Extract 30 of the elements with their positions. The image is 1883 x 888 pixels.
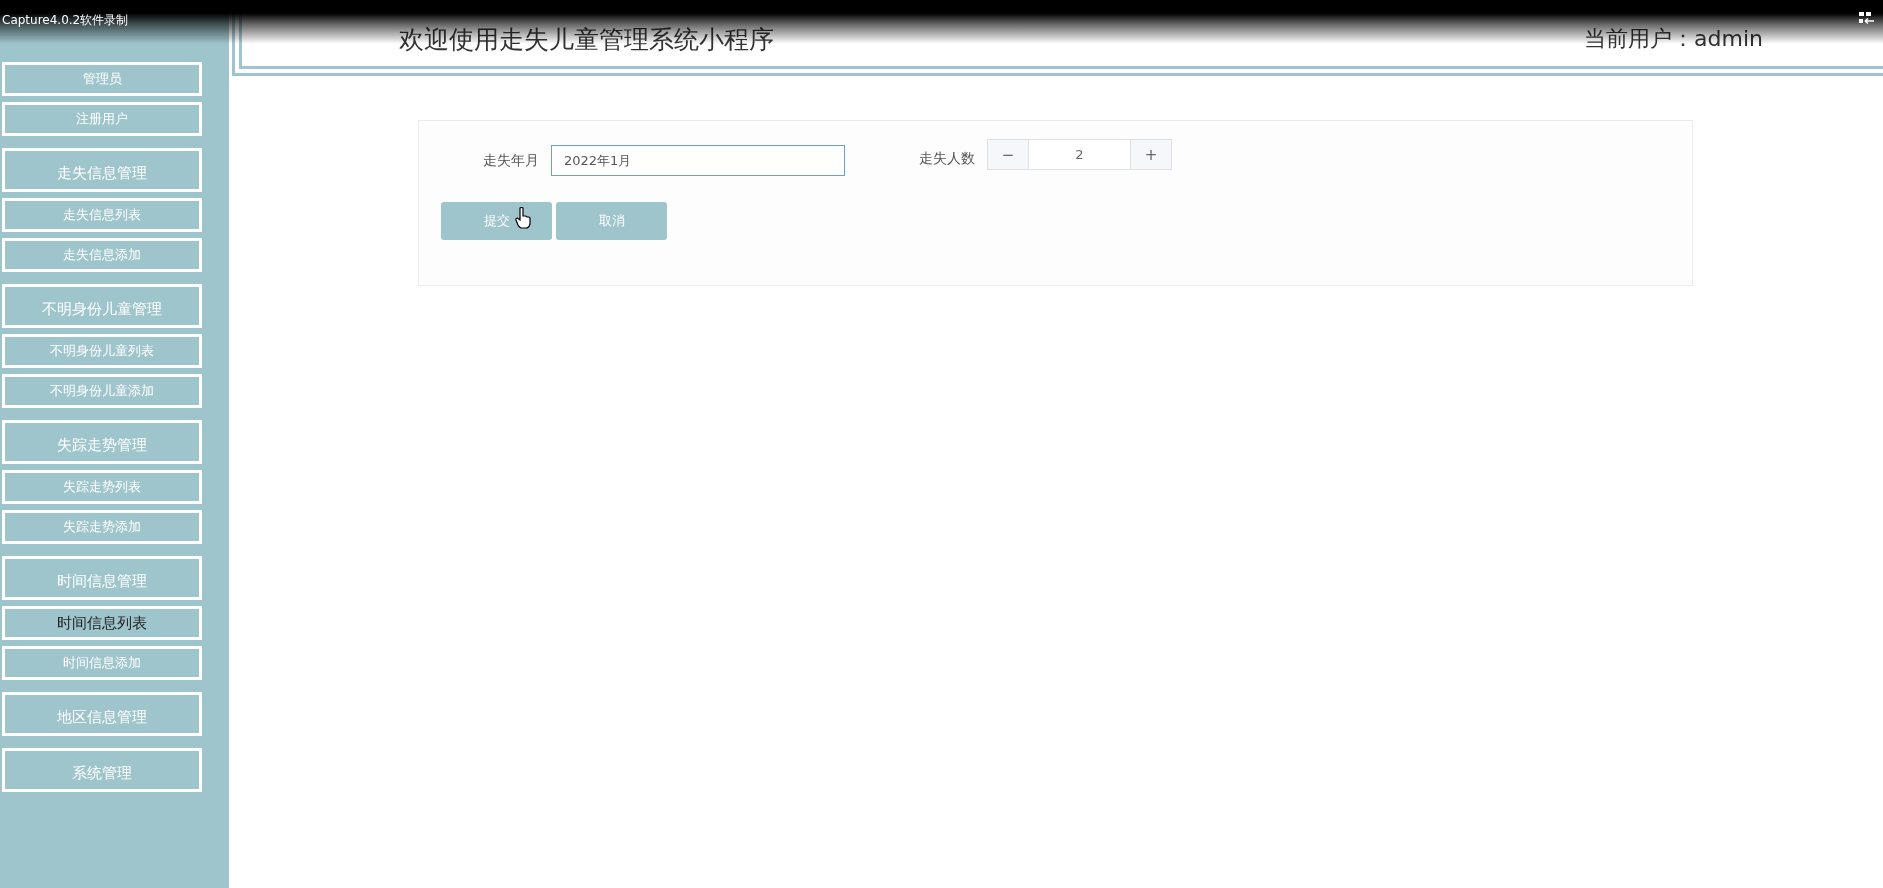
menu-item[interactable]: 失踪走势列表	[2, 470, 202, 504]
decrement-button[interactable]: −	[988, 140, 1028, 169]
menu-heading[interactable]: 地区信息管理	[2, 692, 202, 736]
menu-heading[interactable]: 时间信息管理	[2, 556, 202, 600]
menu-heading[interactable]: 系统管理	[2, 748, 202, 792]
collapse-icon[interactable]	[1859, 12, 1875, 24]
date-input-field[interactable]: 2022年1月	[551, 145, 845, 176]
field-label: 走失年月	[482, 151, 540, 170]
menu-item[interactable]: 走失信息添加	[2, 238, 202, 272]
menu-item[interactable]: 管理员	[2, 62, 202, 96]
increment-button[interactable]: +	[1131, 140, 1171, 169]
menu-item[interactable]: 失踪走势添加	[2, 510, 202, 544]
menu-item[interactable]: 注册用户	[2, 102, 202, 136]
page-title: 欢迎使用走失儿童管理系统小程序	[399, 23, 774, 56]
submit-button[interactable]: 提交	[441, 202, 552, 240]
recorder-title: Capture4.0.2软件录制	[2, 12, 129, 29]
menu-item[interactable]: 走失信息列表	[2, 198, 202, 232]
number-stepper[interactable]: − 2 +	[987, 139, 1172, 170]
current-user: 当前用户：admin	[1584, 25, 1763, 53]
count-input-field[interactable]: 2	[1028, 140, 1131, 169]
menu-item[interactable]: 不明身份儿童列表	[2, 334, 202, 368]
menu-heading[interactable]: 失踪走势管理	[2, 420, 202, 464]
menu-heading[interactable]: 不明身份儿童管理	[2, 284, 202, 328]
menu-heading[interactable]: 走失信息管理	[2, 148, 202, 192]
menu-item[interactable]: 时间信息列表	[2, 606, 202, 640]
hand-cursor-icon	[515, 207, 531, 229]
cancel-button[interactable]: 取消	[556, 202, 667, 240]
menu-item[interactable]: 时间信息添加	[2, 646, 202, 680]
menu-item[interactable]: 不明身份儿童添加	[2, 374, 202, 408]
field-label: 走失人数	[918, 149, 976, 168]
